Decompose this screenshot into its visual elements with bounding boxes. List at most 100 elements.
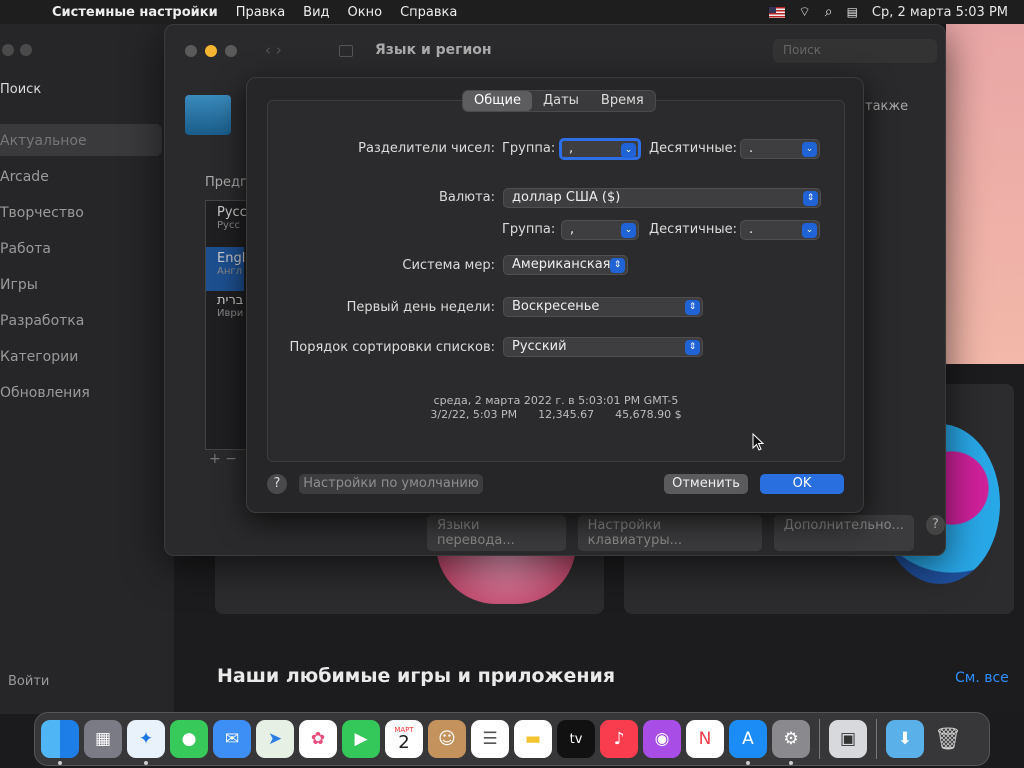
- contacts-icon[interactable]: ☺: [428, 720, 466, 758]
- app-store-search[interactable]: Поиск: [0, 82, 41, 97]
- input-source-flag-icon[interactable]: [768, 6, 785, 18]
- search-input[interactable]: Поиск: [773, 39, 937, 63]
- podcasts-icon[interactable]: ◉: [643, 720, 681, 758]
- translation-languages-button[interactable]: Языки перевода...: [427, 515, 566, 551]
- sidebar-item-arcade[interactable]: Arcade: [0, 169, 49, 185]
- decimal-label: Десятичные:: [649, 141, 737, 156]
- sign-in-button[interactable]: Войти: [8, 674, 49, 689]
- first-day-label: Первый день недели:: [346, 300, 495, 315]
- chevron-down-icon: ⌄: [621, 143, 636, 158]
- close-button[interactable]: [185, 45, 197, 57]
- apple-tv-icon[interactable]: tv: [557, 720, 595, 758]
- notes-icon[interactable]: ▬: [514, 720, 552, 758]
- tab-dates[interactable]: Даты: [532, 91, 590, 111]
- see-all-link[interactable]: См. все: [955, 670, 1009, 686]
- photos-icon[interactable]: ✿: [299, 720, 337, 758]
- sidebar-item-develop[interactable]: Разработка: [0, 313, 84, 329]
- messages-icon[interactable]: ●: [170, 720, 208, 758]
- menu-help[interactable]: Справка: [400, 5, 457, 20]
- measurement-label: Система мер:: [402, 258, 495, 273]
- keyboard-settings-button[interactable]: Настройки клавиатуры...: [577, 515, 762, 551]
- currency-decimal-select[interactable]: . ⌄: [740, 220, 820, 240]
- prefs-bottom-buttons: Языки перевода... Настройки клавиатуры..…: [427, 515, 945, 551]
- minimize-button[interactable]: [205, 45, 217, 57]
- tab-general[interactable]: Общие: [463, 91, 532, 111]
- chevron-down-icon: ⌄: [621, 223, 636, 238]
- music-icon[interactable]: ♪: [600, 720, 638, 758]
- measurement-select[interactable]: Американская ⇕: [503, 255, 628, 275]
- cancel-button[interactable]: Отменить: [664, 474, 748, 494]
- number-separators-label: Разделители чисел:: [358, 141, 495, 156]
- mouse-cursor-icon: [752, 433, 764, 451]
- menu-window[interactable]: Окно: [348, 5, 383, 20]
- currency-decimal-label: Десятичные:: [649, 222, 737, 237]
- wifi-icon[interactable]: ⌔: [799, 4, 811, 20]
- maps-icon[interactable]: ➤: [256, 720, 294, 758]
- app-store-icon[interactable]: A: [729, 720, 767, 765]
- advanced-button[interactable]: Дополнительно...: [773, 515, 914, 551]
- dock-separator: [819, 719, 820, 759]
- chevron-down-icon: ⌄: [802, 142, 817, 157]
- sidebar-item-games[interactable]: Игры: [0, 277, 38, 293]
- safari-icon[interactable]: ✦: [127, 720, 165, 765]
- add-remove-icon[interactable]: + −: [209, 451, 237, 467]
- facetime-icon[interactable]: ▶: [342, 720, 380, 758]
- launchpad-icon[interactable]: ▦: [84, 720, 122, 758]
- downloads-folder-icon[interactable]: ⬇: [886, 720, 924, 758]
- news-icon[interactable]: N: [686, 720, 724, 758]
- system-preferences-icon[interactable]: ⚙: [772, 720, 810, 765]
- window-title: Язык и регион: [375, 42, 492, 58]
- restore-defaults-button[interactable]: Настройки по умолчанию: [299, 474, 483, 494]
- trash-icon[interactable]: 🗑: [929, 720, 967, 758]
- menubar: Системные настройки Правка Вид Окно Спра…: [0, 0, 1024, 24]
- sort-order-label: Порядок сортировки списков:: [289, 340, 496, 355]
- control-center-icon[interactable]: ▤: [847, 5, 858, 19]
- currency-select[interactable]: доллар США ($) ⇕: [503, 188, 821, 208]
- menubar-clock[interactable]: Ср, 2 марта 5:03 PM: [872, 5, 1008, 20]
- spotlight-search-icon[interactable]: ⌕: [825, 4, 833, 20]
- tab-times[interactable]: Время: [590, 91, 655, 111]
- app-store-sidebar: Поиск Актуальное Arcade Творчество Работ…: [0, 24, 174, 714]
- advanced-sheet: Общие Даты Время Разделители чисел: Груп…: [246, 77, 864, 513]
- chevron-down-icon: ⌄: [802, 223, 817, 238]
- sidebar-item-featured[interactable]: Актуальное: [0, 124, 162, 156]
- finder-icon[interactable]: [41, 720, 79, 765]
- list-item[interactable]: Engl Англ: [206, 247, 245, 291]
- format-preview-line1: среда, 2 марта 2022 г. в 5:03:01 PM GMT-…: [433, 394, 679, 407]
- also-text: также: [865, 99, 909, 114]
- mail-icon[interactable]: ✉: [213, 720, 251, 758]
- calendar-icon[interactable]: МАРТ 2: [385, 720, 423, 758]
- sort-order-select[interactable]: Русский ⇕: [503, 337, 703, 357]
- updown-icon: ⇕: [803, 191, 818, 206]
- dock-separator: [876, 719, 877, 759]
- number-group-select[interactable]: , ⌄: [559, 138, 641, 160]
- menu-view[interactable]: Вид: [303, 5, 329, 20]
- sidebar-item-create[interactable]: Творчество: [0, 205, 84, 221]
- ok-button[interactable]: OK: [760, 474, 844, 494]
- updown-icon: ⇕: [610, 258, 625, 273]
- currency-group-select[interactable]: , ⌄: [561, 220, 639, 240]
- tv-label: tv: [569, 731, 583, 747]
- list-item[interactable]: Русс Русс: [217, 205, 247, 231]
- sidebar-item-categories[interactable]: Категории: [0, 349, 78, 365]
- zoom-button[interactable]: [225, 45, 237, 57]
- number-decimal-select[interactable]: . ⌄: [740, 139, 820, 159]
- window-controls: [2, 44, 32, 56]
- back-forward-icon[interactable]: ‹ ›: [265, 41, 282, 59]
- preferred-languages-label: Предп: [205, 175, 249, 190]
- sidebar-item-updates[interactable]: Обновления: [0, 385, 90, 401]
- reminders-icon[interactable]: ☰: [471, 720, 509, 758]
- group-label: Группа:: [502, 141, 556, 156]
- menu-app-name[interactable]: Системные настройки: [52, 5, 218, 20]
- calendar-day: 2: [398, 732, 410, 753]
- list-item[interactable]: ברית Иври: [217, 293, 243, 319]
- preview-icon[interactable]: ▣: [829, 720, 867, 758]
- help-button[interactable]: ?: [925, 515, 945, 535]
- first-day-select[interactable]: Воскресенье ⇕: [503, 297, 703, 317]
- sidebar-item-work[interactable]: Работа: [0, 241, 51, 257]
- currency-label: Валюта:: [438, 190, 495, 205]
- show-all-grid-icon[interactable]: [339, 45, 353, 57]
- updown-icon: ⇕: [685, 300, 700, 315]
- help-button[interactable]: ?: [267, 474, 287, 494]
- menu-edit[interactable]: Правка: [236, 5, 285, 20]
